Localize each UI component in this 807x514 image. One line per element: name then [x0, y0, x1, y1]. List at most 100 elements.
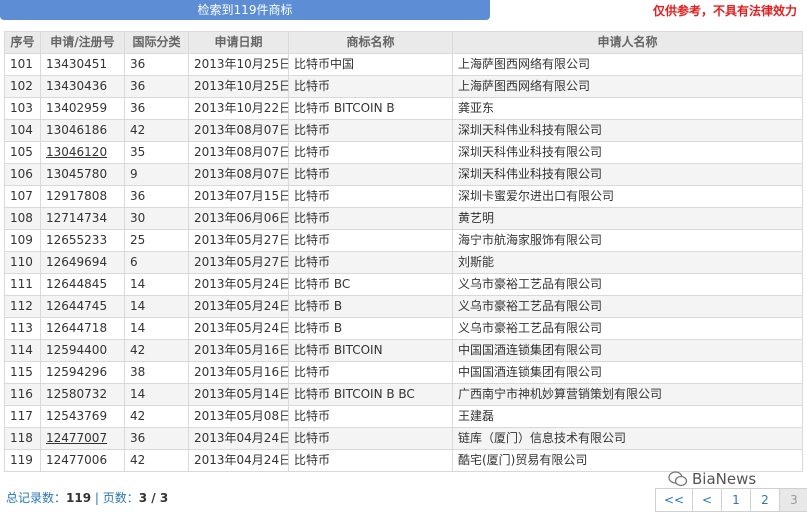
class-cell: 14: [124, 383, 189, 406]
wechat-watermark: BiaNews: [668, 470, 756, 488]
mark-name-link[interactable]: 比特币: [288, 251, 453, 274]
col-header-mark: 商标名称: [288, 31, 453, 54]
table-row[interactable]: 114 12594400 42 2013年05月16日 比特币 BITCOIN 中国国酒连…: [4, 339, 803, 362]
reg-number-link[interactable]: 12655233: [40, 229, 125, 252]
reg-number-link[interactable]: 12644845: [40, 273, 125, 296]
date-cell: 2013年04月24日: [188, 449, 289, 472]
table-header-row: 序号 申请/注册号 国际分类 申请日期 商标名称 申请人名称: [4, 31, 803, 54]
mark-name-link[interactable]: 比特币: [288, 141, 453, 164]
reg-number-link[interactable]: 12477007: [40, 427, 125, 450]
class-cell: 36: [124, 97, 189, 120]
reg-number-link[interactable]: 13045780: [40, 163, 125, 186]
date-cell: 2013年05月24日: [188, 295, 289, 318]
reg-number-text[interactable]: 13046120: [46, 145, 107, 159]
page-1-button[interactable]: 1: [721, 488, 751, 512]
mark-name-link[interactable]: 比特币: [288, 361, 453, 384]
class-cell: 42: [124, 119, 189, 142]
table-row[interactable]: 104 13046186 42 2013年08月07日 比特币 深圳天科伟业科技有限公司: [4, 119, 803, 142]
table-row[interactable]: 103 13402959 36 2013年10月22日 比特币 BITCOIN B 龚亚东: [4, 97, 803, 120]
mark-name-link[interactable]: 比特币 BC: [288, 273, 453, 296]
applicant-cell: 中国国酒连锁集团有限公司: [452, 339, 803, 362]
reg-number-text[interactable]: 12477007: [46, 431, 107, 445]
mark-name-link[interactable]: 比特币 B: [288, 317, 453, 340]
reg-number-link[interactable]: 13046120: [40, 141, 125, 164]
mark-name-link[interactable]: 比特币 BITCOIN B: [288, 97, 453, 120]
table-row[interactable]: 115 12594296 38 2013年05月16日 比特币 中国国酒连锁集团有限公司: [4, 361, 803, 384]
reg-number-link[interactable]: 13402959: [40, 97, 125, 120]
reg-number-link[interactable]: 12594400: [40, 339, 125, 362]
reg-number-link[interactable]: 12580732: [40, 383, 125, 406]
class-cell: 14: [124, 295, 189, 318]
record-summary: 总记录数：119 | 页数：3 / 3: [6, 489, 168, 506]
mark-name-link[interactable]: 比特币: [288, 427, 453, 450]
mark-name-link[interactable]: 比特币: [288, 229, 453, 252]
reg-number-link[interactable]: 12594296: [40, 361, 125, 384]
row-number: 108: [4, 207, 41, 230]
table-row[interactable]: 106 13045780 9 2013年08月07日 比特币 深圳天科伟业科技有限公司: [4, 163, 803, 186]
applicant-cell: 海宁市航海家服饰有限公司: [452, 229, 803, 252]
table-row[interactable]: 118 12477007 36 2013年04月24日 比特币 链库（厦门）信息技术有限公…: [4, 427, 803, 450]
reg-number-link[interactable]: 12714734: [40, 207, 125, 230]
reg-number-link[interactable]: 13430436: [40, 75, 125, 98]
reg-number-link[interactable]: 12543769: [40, 405, 125, 428]
table-row[interactable]: 117 12543769 42 2013年05月08日 比特币 王建磊: [4, 405, 803, 428]
date-cell: 2013年08月07日: [188, 163, 289, 186]
date-cell: 2013年10月25日: [188, 53, 289, 76]
row-number: 116: [4, 383, 41, 406]
applicant-cell: 深圳天科伟业科技有限公司: [452, 163, 803, 186]
table-row[interactable]: 101 13430451 36 2013年10月25日 比特币中国 上海萨图西网络有限公司: [4, 53, 803, 76]
mark-name-link[interactable]: 比特币: [288, 119, 453, 142]
class-cell: 14: [124, 317, 189, 340]
applicant-cell: 深圳天科伟业科技有限公司: [452, 141, 803, 164]
table-row[interactable]: 113 12644718 14 2013年05月24日 比特币 B 义乌市豪裕工艺品有限公…: [4, 317, 803, 340]
table-row[interactable]: 112 12644745 14 2013年05月24日 比特币 B 义乌市豪裕工艺品有限公…: [4, 295, 803, 318]
page-indicator: 3 / 3: [138, 491, 169, 505]
reg-number-link[interactable]: 12477006: [40, 449, 125, 472]
table-row[interactable]: 110 12649694 6 2013年05月27日 比特币 刘斯能: [4, 251, 803, 274]
row-number: 101: [4, 53, 41, 76]
reg-number-link[interactable]: 13430451: [40, 53, 125, 76]
date-cell: 2013年05月14日: [188, 383, 289, 406]
applicant-cell: 链库（厦门）信息技术有限公司: [452, 427, 803, 450]
class-cell: 42: [124, 449, 189, 472]
mark-name-link[interactable]: 比特币 BITCOIN B BC: [288, 383, 453, 406]
prev-page-button[interactable]: <: [692, 488, 722, 512]
mark-name-link[interactable]: 比特币: [288, 207, 453, 230]
table-row[interactable]: 107 12917808 36 2013年07月15日 比特币 深圳卡蜜爱尔进出口有限公司: [4, 185, 803, 208]
applicant-cell: 上海萨图西网络有限公司: [452, 75, 803, 98]
table-row[interactable]: 119 12477006 42 2013年04月24日 比特币 酷宅(厦门)贸易有限公司: [4, 449, 803, 472]
applicant-cell: 义乌市豪裕工艺品有限公司: [452, 317, 803, 340]
applicant-cell: 酷宅(厦门)贸易有限公司: [452, 449, 803, 472]
mark-name-link[interactable]: 比特币: [288, 163, 453, 186]
page-2-button[interactable]: 2: [750, 488, 780, 512]
mark-name-link[interactable]: 比特币中国: [288, 53, 453, 76]
mark-name-link[interactable]: 比特币: [288, 405, 453, 428]
table-row[interactable]: 108 12714734 30 2013年06月06日 比特币 黄艺明: [4, 207, 803, 230]
table-row[interactable]: 102 13430436 36 2013年10月25日 比特币 上海萨图西网络有限公司: [4, 75, 803, 98]
mark-name-link[interactable]: 比特币 B: [288, 295, 453, 318]
mark-name-link[interactable]: 比特币: [288, 185, 453, 208]
applicant-cell: 深圳天科伟业科技有限公司: [452, 119, 803, 142]
table-row[interactable]: 111 12644845 14 2013年05月24日 比特币 BC 义乌市豪裕工艺品有限…: [4, 273, 803, 296]
reg-number-link[interactable]: 12917808: [40, 185, 125, 208]
date-cell: 2013年06月06日: [188, 207, 289, 230]
mark-name-link[interactable]: 比特币: [288, 75, 453, 98]
date-cell: 2013年10月25日: [188, 75, 289, 98]
col-header-no: 序号: [4, 31, 41, 54]
reg-number-link[interactable]: 12644718: [40, 317, 125, 340]
reg-number-link[interactable]: 13046186: [40, 119, 125, 142]
reg-number-link[interactable]: 12649694: [40, 251, 125, 274]
date-cell: 2013年05月08日: [188, 405, 289, 428]
watermark-text: BiaNews: [692, 470, 757, 488]
reg-number-link[interactable]: 12644745: [40, 295, 125, 318]
first-page-button[interactable]: <<: [655, 488, 693, 512]
row-number: 106: [4, 163, 41, 186]
mark-name-link[interactable]: 比特币: [288, 449, 453, 472]
table-row[interactable]: 116 12580732 14 2013年05月14日 比特币 BITCOIN B BC…: [4, 383, 803, 406]
mark-name-link[interactable]: 比特币 BITCOIN: [288, 339, 453, 362]
row-number: 114: [4, 339, 41, 362]
page-3-button[interactable]: 3: [779, 488, 807, 512]
table-row[interactable]: 109 12655233 25 2013年05月27日 比特币 海宁市航海家服饰有限公司: [4, 229, 803, 252]
date-cell: 2013年10月22日: [188, 97, 289, 120]
table-row[interactable]: 105 13046120 35 2013年08月07日 比特币 深圳天科伟业科技有限公司: [4, 141, 803, 164]
